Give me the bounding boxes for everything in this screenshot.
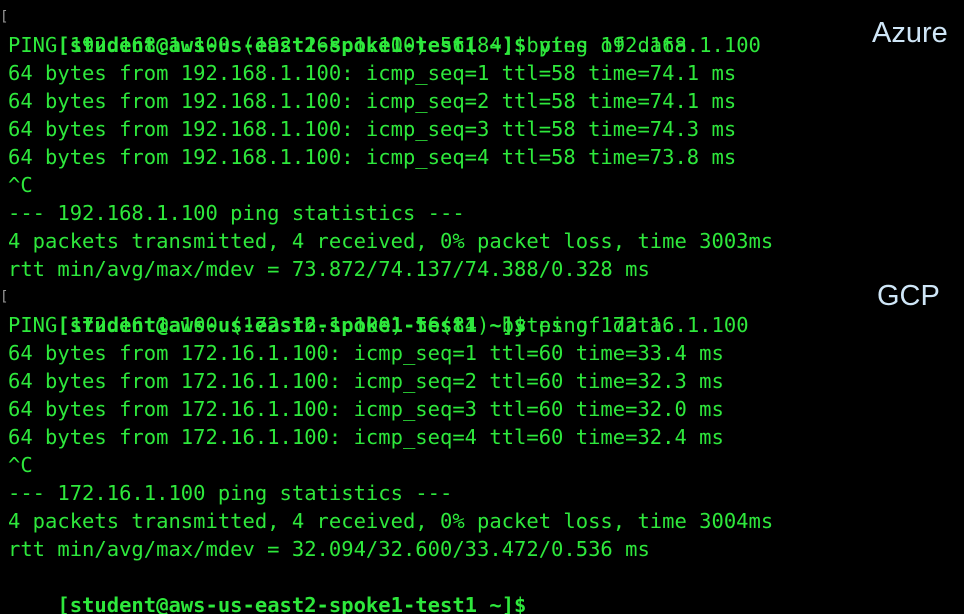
ping-stats-rtt: rtt min/avg/max/mdev = 73.872/74.137/74.…: [8, 257, 650, 281]
prompt-line-gcp: [[student@aws-us-east2-spoke1-test1 ~]$ …: [0, 283, 964, 337]
ping-stats-packets: 4 packets transmitted, 4 received, 0% pa…: [8, 509, 774, 533]
ping-reply: 64 bytes from 172.16.1.100: icmp_seq=2 t…: [8, 369, 724, 393]
azure-label: Azure: [872, 17, 948, 49]
ping-reply: 64 bytes from 172.16.1.100: icmp_seq=1 t…: [8, 341, 724, 365]
shell-prompt: [student@aws-us-east2-spoke1-test1 ~]$: [57, 593, 527, 614]
line-marker-icon: [: [0, 289, 9, 305]
terminal-window[interactable]: [[student@aws-us-east2-spoke1-test1 ~]$ …: [0, 0, 964, 614]
ping-header: PING 192.168.1.100 (192.168.1.100) 56(84…: [8, 33, 700, 57]
ping-reply: 64 bytes from 192.168.1.100: icmp_seq=3 …: [8, 117, 737, 141]
gcp-label: GCP: [877, 280, 940, 312]
prompt-line-final[interactable]: [student@aws-us-east2-spoke1-test1 ~]$: [0, 563, 964, 614]
ping-reply: 64 bytes from 192.168.1.100: icmp_seq=4 …: [8, 145, 737, 169]
ping-reply: 64 bytes from 172.16.1.100: icmp_seq=3 t…: [8, 397, 724, 421]
prompt-line-azure: [[student@aws-us-east2-spoke1-test1 ~]$ …: [0, 3, 964, 57]
ping-reply: 64 bytes from 192.168.1.100: icmp_seq=2 …: [8, 89, 737, 113]
interrupt-signal: ^C: [8, 453, 33, 477]
ping-stats-header: --- 192.168.1.100 ping statistics ---: [8, 201, 465, 225]
ping-stats-packets: 4 packets transmitted, 4 received, 0% pa…: [8, 229, 774, 253]
line-marker-icon: [: [0, 9, 9, 25]
ping-header: PING 172.16.1.100 (172.16.1.100) 56(84) …: [8, 313, 675, 337]
interrupt-signal: ^C: [8, 173, 33, 197]
ping-reply: 64 bytes from 172.16.1.100: icmp_seq=4 t…: [8, 425, 724, 449]
ping-stats-rtt: rtt min/avg/max/mdev = 32.094/32.600/33.…: [8, 537, 650, 561]
ping-reply: 64 bytes from 192.168.1.100: icmp_seq=1 …: [8, 61, 737, 85]
ping-stats-header: --- 172.16.1.100 ping statistics ---: [8, 481, 453, 505]
